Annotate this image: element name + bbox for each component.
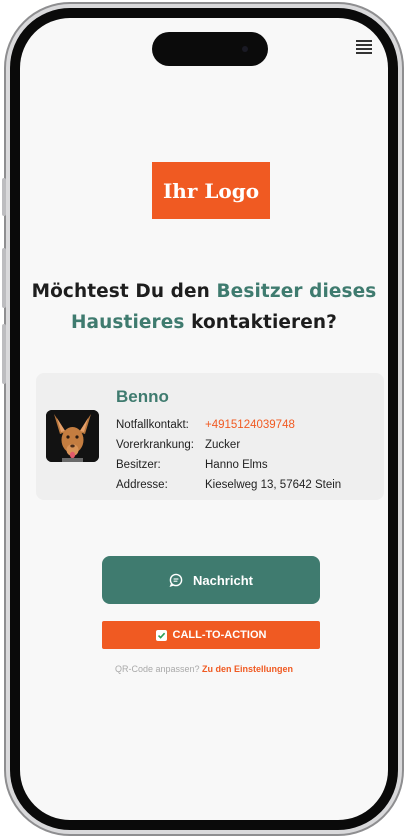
page-headline: Möchtest Du den Besitzer dieses Haustier…: [20, 276, 388, 338]
pet-name: Benno: [116, 387, 169, 406]
side-button-volume-up: [2, 248, 6, 308]
headline-text-1: Möchtest Du den: [31, 281, 217, 302]
side-button-action: [2, 178, 6, 216]
detail-label: Besitzer:: [116, 459, 161, 471]
message-button[interactable]: Nachricht: [102, 556, 320, 604]
cta-button-label: CALL-TO-ACTION: [172, 629, 267, 641]
brand-logo: Ihr Logo: [152, 162, 270, 219]
settings-link[interactable]: Zu den Einstellungen: [202, 664, 293, 674]
dog-portrait-image: [46, 410, 99, 462]
headline-text-2: kontaktieren?: [184, 312, 338, 333]
side-button-volume-down: [2, 324, 6, 384]
detail-value: Hanno Elms: [205, 459, 268, 471]
headline-highlight-2: Haustieres: [70, 312, 185, 333]
chat-bubble-icon: [169, 573, 183, 587]
detail-label: Notfallkontakt:: [116, 419, 189, 431]
detail-value: Kieselweg 13, 57642 Stein: [205, 479, 342, 491]
dynamic-island: [152, 32, 268, 66]
menu-icon[interactable]: [356, 40, 372, 54]
detail-row-address: Addresse: Kieselweg 13, 57642 Stein: [116, 475, 341, 495]
message-button-label: Nachricht: [193, 572, 253, 588]
pet-photo: [46, 410, 99, 462]
detail-row-emergency-contact: Notfallkontakt: +4915124039748: [116, 415, 341, 435]
call-to-action-button[interactable]: CALL-TO-ACTION: [102, 621, 320, 649]
detail-value: Zucker: [205, 439, 241, 451]
detail-row-owner: Besitzer: Hanno Elms: [116, 455, 341, 475]
emergency-phone-link[interactable]: +4915124039748: [205, 415, 295, 435]
headline-highlight-1: Besitzer dieses: [216, 281, 377, 302]
detail-row-condition: Vorerkrankung: Zucker: [116, 435, 341, 455]
detail-label: Vorerkrankung:: [116, 439, 194, 451]
phone-screen: Ihr Logo Möchtest Du den Besitzer dieses…: [20, 18, 388, 820]
qr-settings-hint: QR-Code anpassen? Zu den Einstellungen: [20, 664, 388, 674]
detail-label: Addresse:: [116, 479, 168, 491]
pet-details: Notfallkontakt: +4915124039748 Vorerkran…: [116, 415, 341, 495]
qr-settings-prompt: QR-Code anpassen?: [114, 664, 203, 674]
checkbox-icon: [155, 629, 167, 641]
pet-info-card: Benno Notfallkontakt: +4915124039748 Vor…: [36, 373, 384, 500]
